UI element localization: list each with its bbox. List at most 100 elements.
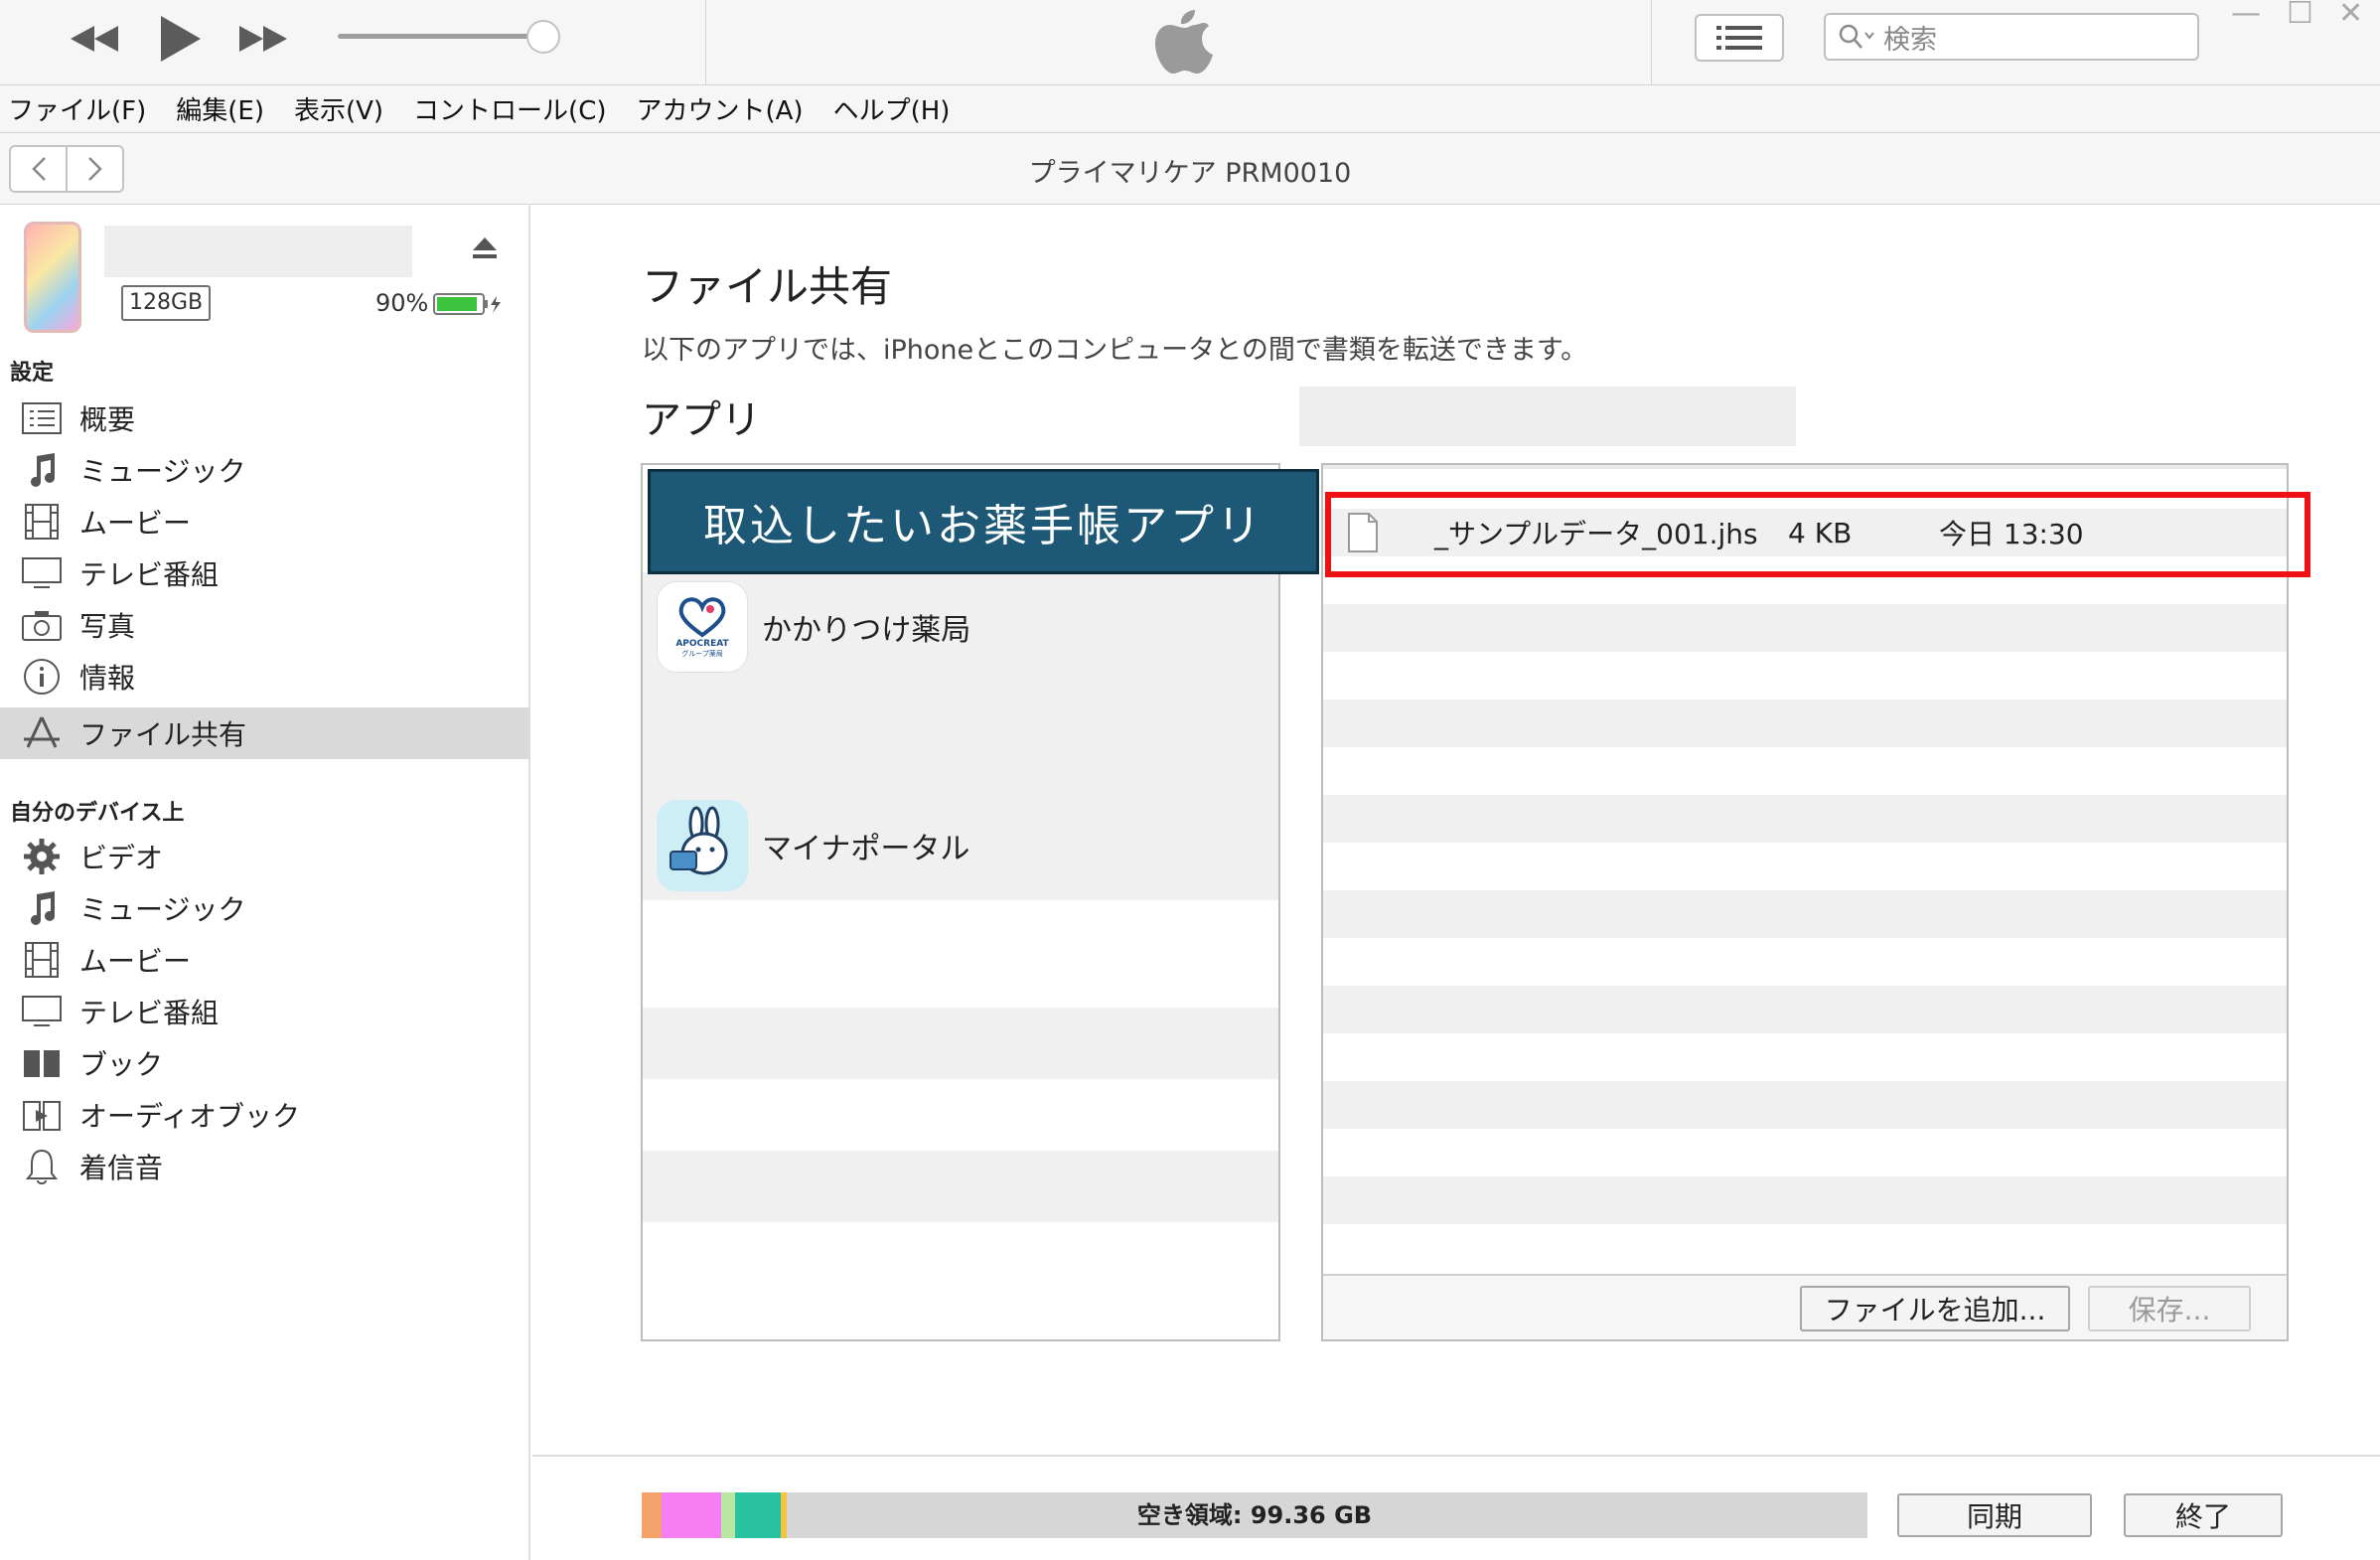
close-button[interactable]: ✕ xyxy=(2338,0,2363,31)
done-button[interactable]: 終了 xyxy=(2124,1493,2283,1537)
nav-buttons xyxy=(9,145,124,193)
list-stripe xyxy=(1323,890,2287,938)
gear-icon xyxy=(20,837,64,876)
app-row-blank xyxy=(643,682,1278,791)
battery-percent: 90% xyxy=(375,289,429,317)
sidebar-item-label: ムービー xyxy=(79,945,192,978)
eject-icon[interactable] xyxy=(471,235,499,261)
rewind-button[interactable] xyxy=(62,14,127,64)
add-file-button[interactable]: ファイルを追加... xyxy=(1800,1286,2070,1331)
audiobook-icon xyxy=(20,1095,64,1135)
sidebar-item-label: 情報 xyxy=(79,662,136,695)
sidebar-item-ringtones[interactable]: 着信音 xyxy=(0,1141,528,1192)
info-icon xyxy=(20,657,64,697)
apocreat-icon-subtext: グループ薬局 xyxy=(681,650,723,658)
list-stripe xyxy=(1323,700,2287,747)
list-stripe xyxy=(1323,604,2287,652)
list-stripe xyxy=(1323,1081,2287,1129)
free-space-label: 空き領域: 99.36 GB xyxy=(1136,1501,1373,1529)
on-device-header: 自分のデバイス上 xyxy=(10,801,185,826)
sidebar-item-label: テレビ番組 xyxy=(79,997,220,1029)
menu-bar: ファイル(F) 編集(E) 表示(V) コントロール(C) アカウント(A) ヘ… xyxy=(0,85,2380,133)
menu-account[interactable]: アカウント(A) xyxy=(637,90,804,127)
player-bar: 検索 — ☐ ✕ xyxy=(0,0,2380,85)
volume-slider-knob[interactable] xyxy=(526,20,560,54)
sidebar-item-video[interactable]: ビデオ xyxy=(0,831,528,882)
app-list-stripe xyxy=(643,1151,1278,1222)
list-stripe xyxy=(1323,1176,2287,1224)
file-date: 今日 13:30 xyxy=(1939,518,2084,550)
app-row-kakaritsuke[interactable]: APOCREAT グループ薬局 かかりつけ薬局 xyxy=(643,572,1278,682)
bell-icon xyxy=(20,1147,64,1186)
sidebar-item-books[interactable]: ブック xyxy=(0,1037,528,1089)
minimize-button[interactable]: — xyxy=(2231,0,2261,31)
sidebar-item-label: ムービー xyxy=(79,507,192,540)
back-button[interactable] xyxy=(11,147,66,191)
sidebar-item-label: ミュージック xyxy=(79,455,246,488)
tv-icon xyxy=(20,553,64,593)
device-name-field[interactable] xyxy=(104,226,412,277)
list-stripe xyxy=(1323,795,2287,843)
sidebar-item-info[interactable]: 情報 xyxy=(0,651,528,702)
nav-bar: プライマリケア PRM0010 xyxy=(0,133,2380,205)
apps-list: APOCREAT グループ薬局 かかりつけ薬局 マイナポータル xyxy=(641,463,1280,1341)
menu-edit[interactable]: 編集(E) xyxy=(176,90,264,127)
play-button[interactable] xyxy=(149,14,211,64)
apps-header: アプリ xyxy=(642,397,761,443)
app-row-mynaportal[interactable]: マイナポータル xyxy=(643,791,1278,900)
film-icon xyxy=(20,940,64,980)
tv-icon xyxy=(20,992,64,1031)
settings-header: 設定 xyxy=(10,361,55,386)
sidebar-item-label: ブック xyxy=(79,1048,164,1081)
maximize-button[interactable]: ☐ xyxy=(2287,0,2313,31)
sidebar-item-label: ファイル共有 xyxy=(79,718,247,751)
sidebar-item-label: ビデオ xyxy=(79,842,164,874)
play-icon xyxy=(161,16,201,62)
apple-logo-icon xyxy=(1155,10,1213,74)
page-title: ファイル共有 xyxy=(642,262,893,311)
sidebar-item-label: ミュージック xyxy=(79,893,246,926)
sidebar-item-device-movies[interactable]: ムービー xyxy=(0,934,528,986)
sync-button[interactable]: 同期 xyxy=(1897,1493,2092,1537)
sidebar-item-device-music[interactable]: ミュージック xyxy=(0,882,528,934)
capacity-badge: 128GB xyxy=(121,285,212,321)
fast-forward-button[interactable] xyxy=(230,14,296,64)
apocreat-icon-text: APOCREAT xyxy=(675,639,729,649)
sidebar-item-file-sharing[interactable]: ファイル共有 xyxy=(0,707,528,759)
menu-file[interactable]: ファイル(F) xyxy=(8,90,146,127)
page-description: 以下のアプリでは、iPhoneとこのコンピュータとの間で書類を転送できます。 xyxy=(642,335,1588,366)
list-icon xyxy=(1716,26,1762,50)
search-icon xyxy=(1839,24,1874,49)
sidebar-item-summary[interactable]: 概要 xyxy=(0,392,528,444)
iphone-thumbnail xyxy=(24,222,81,333)
device-title: プライマリケア PRM0010 xyxy=(1028,158,1352,189)
volume-slider-track[interactable] xyxy=(338,34,541,39)
fast-forward-icon xyxy=(239,26,287,52)
sidebar-item-device-tv[interactable]: テレビ番組 xyxy=(0,986,528,1037)
sidebar-item-music[interactable]: ミュージック xyxy=(0,444,528,496)
music-icon xyxy=(20,888,64,928)
app-label: マイナポータル xyxy=(762,832,970,866)
file-size: 4 KB xyxy=(1788,516,1853,549)
menu-view[interactable]: 表示(V) xyxy=(294,90,383,127)
menu-controls[interactable]: コントロール(C) xyxy=(413,90,606,127)
battery-icon xyxy=(433,293,501,315)
sidebar-item-label: 写真 xyxy=(79,610,136,643)
search-input[interactable]: 検索 xyxy=(1824,13,2199,61)
forward-button[interactable] xyxy=(66,147,122,191)
app-documents-header-placeholder xyxy=(1299,387,1796,446)
menu-help[interactable]: ヘルプ(H) xyxy=(833,90,951,127)
apocreat-app-icon: APOCREAT グループ薬局 xyxy=(657,581,748,673)
sidebar-item-photos[interactable]: 写真 xyxy=(0,599,528,651)
file-name: _サンプルデータ_001.jhs xyxy=(1434,518,1758,550)
file-row[interactable]: _サンプルデータ_001.jhs 4 KB 今日 13:30 xyxy=(1327,509,2283,556)
list-stripe xyxy=(1323,986,2287,1033)
app-list-stripe xyxy=(643,1008,1278,1079)
documents-footer: ファイルを追加... 保存... xyxy=(1323,1274,2287,1339)
summary-icon xyxy=(20,398,64,438)
list-view-button[interactable] xyxy=(1695,14,1784,62)
save-button[interactable]: 保存... xyxy=(2088,1286,2251,1331)
sidebar-item-audiobooks[interactable]: オーディオブック xyxy=(0,1089,528,1141)
sidebar-item-tv[interactable]: テレビ番組 xyxy=(0,547,528,599)
sidebar-item-movies[interactable]: ムービー xyxy=(0,496,528,547)
